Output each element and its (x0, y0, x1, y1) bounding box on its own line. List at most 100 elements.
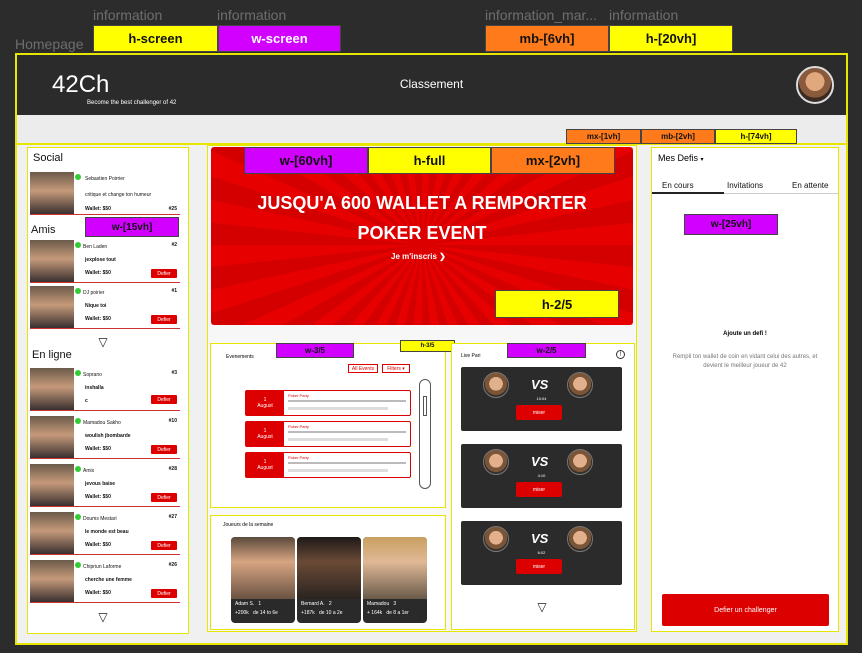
tag-h-screen: h-screen (93, 25, 218, 52)
all-events-button[interactable]: All Events (348, 364, 378, 373)
card-wallet: Wallet: $50 (85, 446, 111, 452)
defier-button[interactable]: Defier (151, 589, 177, 598)
avatar (30, 368, 74, 410)
avatar (567, 449, 593, 475)
card-name: Amix (83, 468, 95, 474)
event-meta (288, 407, 388, 410)
card-status: le monde est beau (85, 529, 129, 535)
tab-invitations[interactable]: Invitations (727, 181, 763, 190)
tagline: Become the best challenger of 42 (87, 100, 177, 106)
player-name: Mamadou 3 (367, 601, 397, 607)
tab-en-cours[interactable]: En cours (662, 181, 694, 190)
event-item[interactable]: 1 August Poker Party (245, 390, 411, 416)
player-card[interactable]: Mamadou 3 + 164k de 8 a 1er (363, 537, 427, 623)
live-duel[interactable]: VS 10:04 miser (461, 367, 622, 431)
tag-w-60vh: w-[60vh] (244, 147, 368, 174)
social-top-card[interactable]: Sebastien Poirrier critique et change to… (30, 172, 180, 215)
filters-label: Filters (387, 366, 401, 372)
bet-button[interactable]: miser (516, 405, 562, 420)
page-title[interactable]: Classement (17, 77, 846, 91)
online-card[interactable]: Amix jevous baise Wallet: $50 #28 Defier (30, 464, 180, 507)
card-rank: #25 (168, 206, 177, 212)
player-score: +187k de 10 a 2e (301, 610, 343, 616)
friend-card[interactable]: Ben Laden jexplose tout Wallet: $50 #2 D… (30, 240, 180, 283)
event-date: 1 August (246, 422, 284, 446)
tag-h-20vh: h-[20vh] (609, 25, 733, 52)
avatar (567, 526, 593, 552)
live-duel[interactable]: VS 4:10 miser (461, 444, 622, 508)
filters-button[interactable]: Filters ▾ (382, 364, 410, 373)
chevron-right-icon: ❯ (439, 252, 446, 261)
annotation-label-1: information (93, 7, 163, 23)
card-status: inshalla (85, 385, 104, 391)
register-link[interactable]: Je m'inscris ❯ (391, 252, 446, 261)
card-status: jevous baise (85, 481, 116, 487)
avatar (567, 372, 593, 398)
tag-h-74vh: h-[74vh] (715, 129, 797, 144)
card-rank: #3 (171, 370, 177, 376)
avatar (30, 240, 74, 282)
chevron-down-icon[interactable]: ▽ (536, 601, 548, 613)
event-description (288, 400, 406, 402)
online-card[interactable]: Chipriun Laforme cherche une femme Walle… (30, 560, 180, 603)
online-dot-icon (75, 514, 81, 520)
event-title: Poker Party (288, 455, 309, 460)
avatar (483, 372, 509, 398)
tag-mb-2vh: mb-[2vh] (641, 129, 715, 144)
online-dot-icon (75, 370, 81, 376)
active-tab-indicator (652, 192, 724, 194)
player-card[interactable]: Bernard A. 2 +187k de 10 a 2e (297, 537, 361, 623)
player-photo (231, 537, 295, 599)
card-name: Sebastien Poirrier (85, 176, 125, 182)
tag-w-25vh: w-[25vh] (684, 214, 778, 235)
avatar (30, 172, 74, 214)
online-dot-icon (75, 418, 81, 424)
bet-button[interactable]: miser (516, 559, 562, 574)
card-name: DJ poirier (83, 290, 105, 296)
tag-mx-1vh: mx-[1vh] (566, 129, 641, 144)
challenges-title[interactable]: Mes Defis ▾ (658, 153, 704, 163)
online-card[interactable]: Mamadou Sakho woulish jbombarde Wallet: … (30, 416, 180, 459)
card-rank: #27 (168, 514, 177, 520)
duel-time: 4:10 (537, 473, 546, 478)
online-card[interactable]: Soprano inshalla c #3 Defier (30, 368, 180, 411)
vs-icon: VS (531, 531, 549, 546)
defier-button[interactable]: Defier (151, 493, 177, 502)
bet-button[interactable]: miser (516, 482, 562, 497)
defier-button[interactable]: Defier (151, 541, 177, 550)
card-rank: #2 (171, 242, 177, 248)
info-icon[interactable]: ! (616, 350, 625, 359)
card-name: Doums Mestari (83, 516, 117, 522)
friend-card[interactable]: DJ poirier Nique toi Wallet: $50 #1 Defi… (30, 286, 180, 329)
avatar (30, 464, 74, 506)
card-rank: #28 (168, 466, 177, 472)
challenge-button[interactable]: Defier un challenger (662, 594, 829, 626)
user-avatar[interactable] (796, 66, 834, 104)
live-duel[interactable]: VS 6:02 miser (461, 521, 622, 585)
scroll-thumb[interactable] (423, 396, 427, 416)
player-card[interactable]: Adam S. 1 +200k de 14 to 6e (231, 537, 295, 623)
live-title: Live Pari (461, 353, 481, 359)
defier-button[interactable]: Defier (151, 315, 177, 324)
event-title: Poker Party (288, 424, 309, 429)
chevron-down-icon[interactable]: ▽ (97, 336, 109, 348)
online-dot-icon (75, 466, 81, 472)
online-dot-icon (75, 242, 81, 248)
event-item[interactable]: 1 August Poker Party (245, 421, 411, 447)
tag-w-3-5: w-3/5 (276, 343, 354, 358)
defier-button[interactable]: Defier (151, 269, 177, 278)
annotation-label-3: information_mar... (485, 7, 598, 23)
defier-button[interactable]: Defier (151, 445, 177, 454)
card-wallet: Wallet: $50 (85, 270, 111, 276)
event-item[interactable]: 1 August Poker Party (245, 452, 411, 478)
defier-button[interactable]: Defier (151, 395, 177, 404)
card-wallet: Wallet: $50 (85, 494, 111, 500)
players-title: Joueurs de la semaine (223, 522, 274, 528)
chevron-down-icon[interactable]: ▽ (97, 611, 109, 623)
card-name: Soprano (83, 372, 102, 378)
online-card[interactable]: Doums Mestari le monde est beau Wallet: … (30, 512, 180, 555)
event-date: 1 August (246, 453, 284, 477)
tab-en-attente[interactable]: En attente (792, 181, 828, 190)
card-name: Ben Laden (83, 244, 108, 250)
player-photo (363, 537, 427, 599)
